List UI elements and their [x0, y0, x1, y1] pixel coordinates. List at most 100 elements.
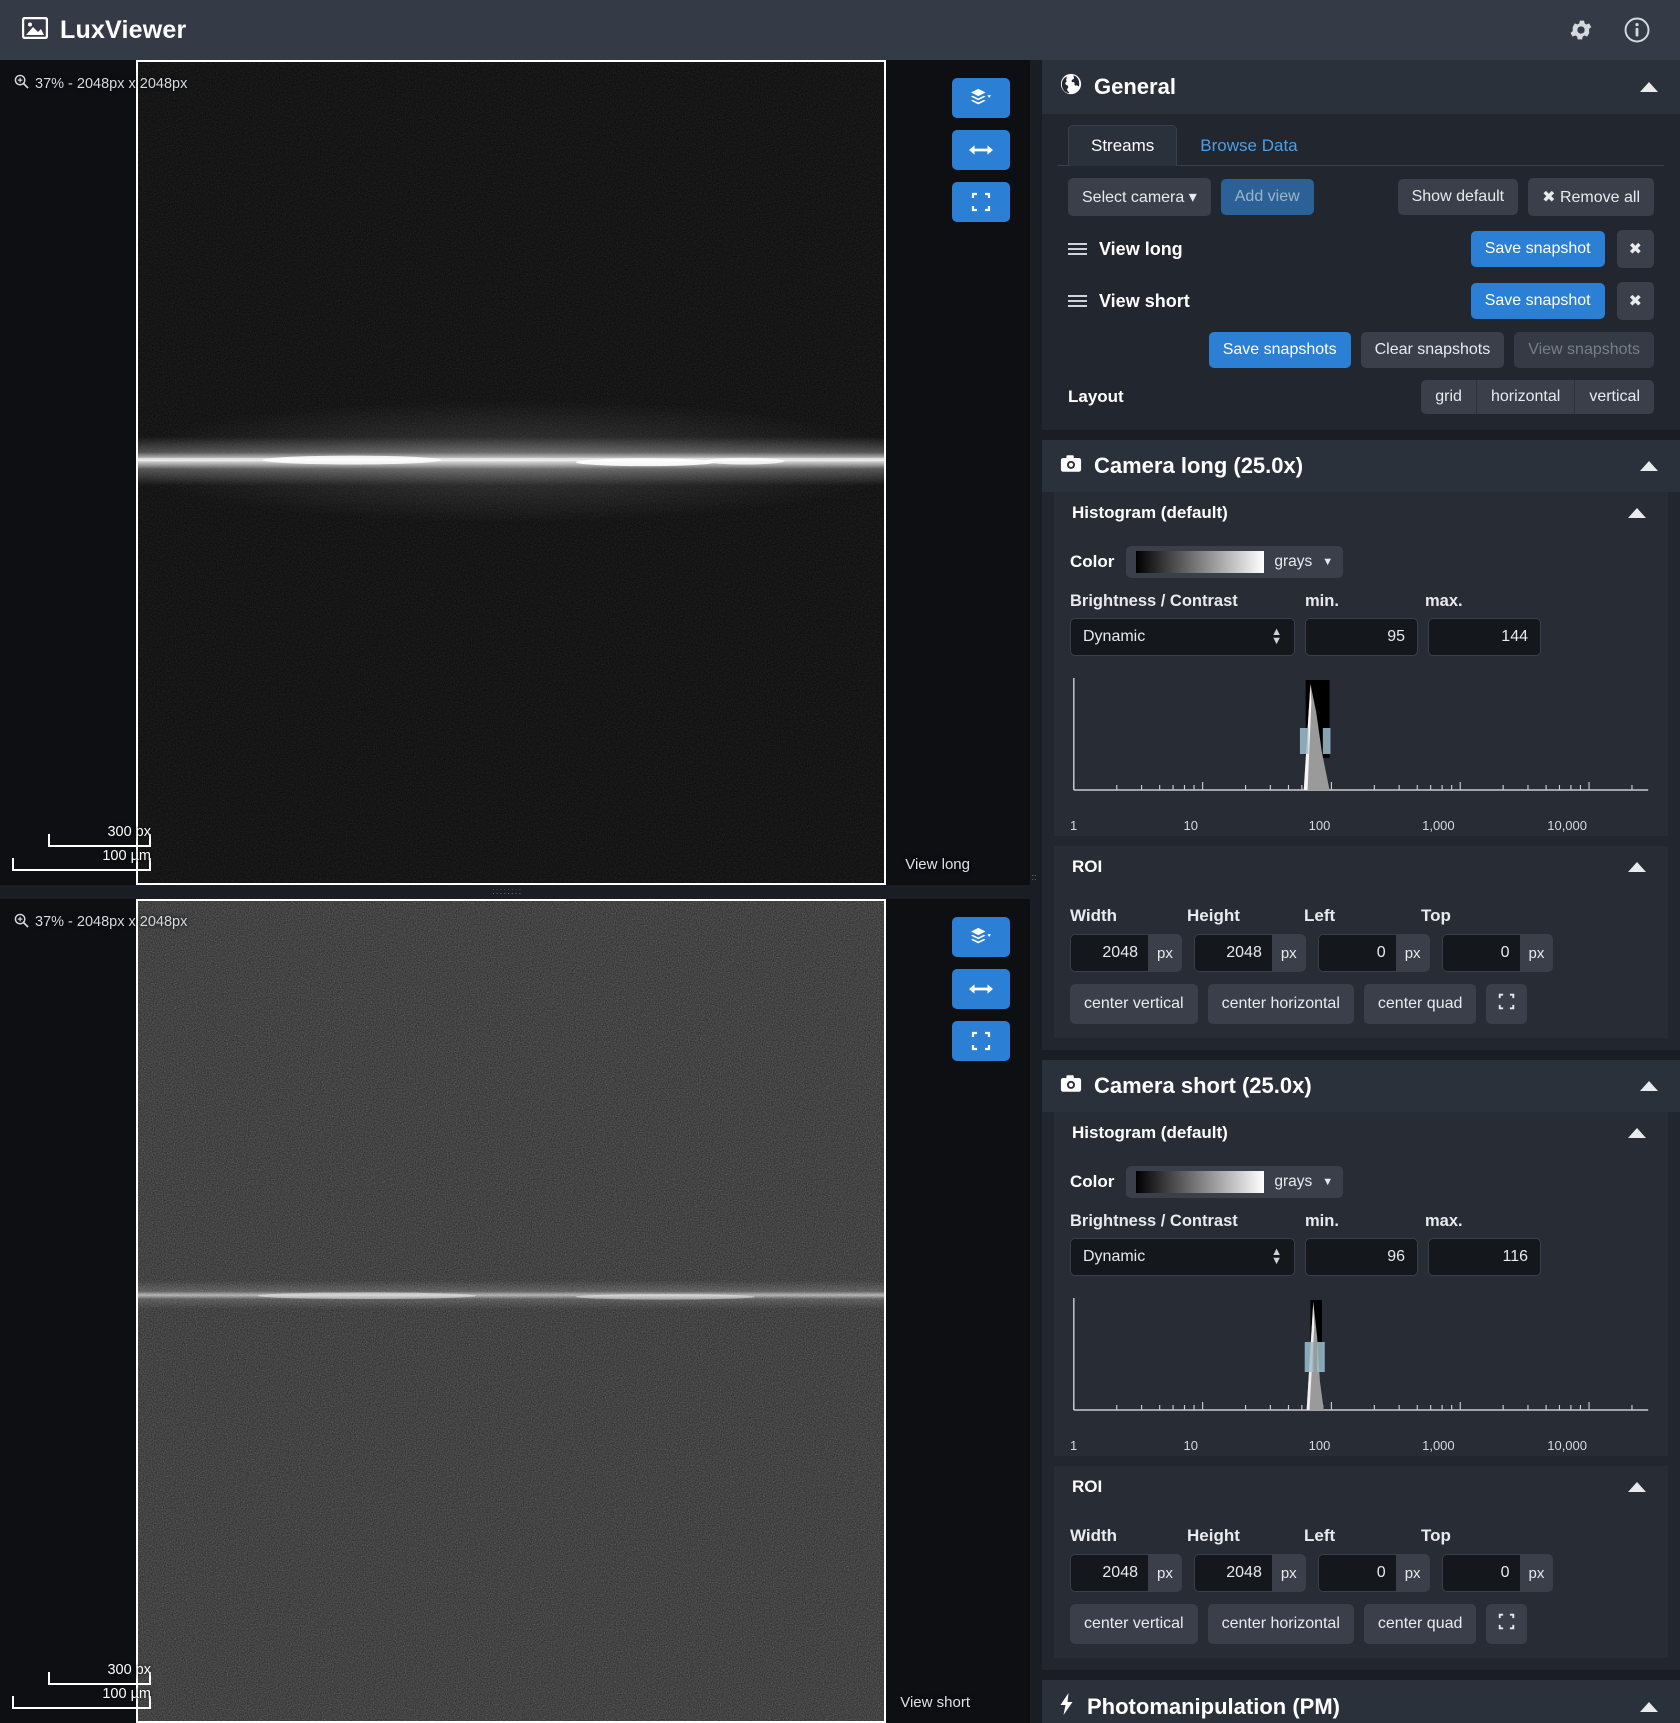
magnifier-plus-icon	[14, 913, 29, 932]
drag-handle-icon[interactable]	[1068, 295, 1087, 307]
expand-icon[interactable]	[1486, 1604, 1528, 1644]
hist-tick-10: 10	[1183, 818, 1198, 833]
tab-browse-data[interactable]: Browse Data	[1177, 125, 1320, 166]
center-horizontal-button[interactable]: center horizontal	[1207, 984, 1354, 1024]
clear-snapshots-button[interactable]: Clear snapshots	[1360, 332, 1505, 368]
save-snapshots-button[interactable]: Save snapshots	[1208, 332, 1351, 368]
viewer-short-canvas[interactable]	[136, 898, 886, 1723]
roi-width-input[interactable]	[1070, 934, 1148, 972]
gear-icon[interactable]	[1568, 17, 1594, 43]
settings-panel: General Streams Browse Data Select camer…	[1038, 60, 1680, 1723]
expand-icon[interactable]	[1486, 984, 1528, 1024]
camera-long-mode-select[interactable]: Dynamic ▲ ▼	[1070, 618, 1295, 656]
camera-long-collapse-caret[interactable]	[1640, 461, 1658, 471]
save-snapshot-button-short[interactable]: Save snapshot	[1470, 283, 1605, 319]
fullscreen-button[interactable]	[952, 1020, 1010, 1061]
roi-height-input[interactable]	[1193, 934, 1272, 972]
viewer-short-zoom-text: 37% - 2048px x 2048px	[35, 914, 188, 930]
select-camera-dropdown[interactable]: Select camera	[1068, 178, 1211, 216]
roi-left-label: Left	[1304, 906, 1336, 925]
roi-width-unit: px	[1148, 934, 1182, 972]
photomanipulation-header[interactable]: Photomanipulation (PM)	[1042, 1680, 1680, 1723]
roi-left-input[interactable]	[1317, 1554, 1396, 1592]
stream-row-view-short: View short Save snapshot ✖	[1058, 282, 1664, 320]
camera-long-histogram-header[interactable]: Histogram (default)	[1054, 492, 1668, 534]
camera-short-roi-title: ROI	[1072, 1477, 1103, 1496]
layers-dropdown-button[interactable]	[952, 78, 1010, 118]
brand: LuxViewer	[21, 16, 186, 45]
tab-streams[interactable]: Streams	[1068, 125, 1178, 166]
remove-all-button[interactable]: ✖ Remove all	[1528, 178, 1654, 216]
camera-long-colormap-dropdown[interactable]: grays ▼	[1126, 546, 1344, 578]
camera-short-roi-header[interactable]: ROI	[1054, 1466, 1668, 1508]
center-vertical-button[interactable]: center vertical	[1070, 1604, 1198, 1644]
camera-short-roi-body: Width Height Left Top px	[1054, 1508, 1668, 1658]
camera-long-roi-header[interactable]: ROI	[1054, 846, 1668, 888]
fullscreen-button[interactable]	[952, 182, 1010, 222]
close-icon[interactable]: ✖	[1616, 230, 1654, 268]
camera-short-histogram-chart[interactable]: 1 10 100 1,000 10,000	[1070, 1292, 1652, 1453]
camera-long-min-input[interactable]	[1305, 618, 1418, 656]
fit-width-button[interactable]	[952, 130, 1010, 170]
center-quad-button[interactable]: center quad	[1363, 1604, 1477, 1644]
layers-dropdown-button[interactable]	[952, 916, 1010, 957]
show-default-button[interactable]: Show default	[1397, 179, 1519, 215]
camera-short-card: Camera short (25.0x) Histogram (default)…	[1042, 1060, 1680, 1670]
roi-top-input[interactable]	[1441, 934, 1520, 972]
camera-short-header[interactable]: Camera short (25.0x)	[1042, 1060, 1680, 1112]
roi-width-input[interactable]	[1070, 1554, 1148, 1592]
camera-short-bc-heads: Brightness / Contrast min. max.	[1070, 1212, 1652, 1231]
camera-long-card: Camera long (25.0x) Histogram (default)	[1042, 440, 1680, 1050]
camera-long-header[interactable]: Camera long (25.0x)	[1042, 440, 1680, 492]
camera-short-roi-caret[interactable]	[1628, 1482, 1646, 1492]
general-tabs: Streams Browse Data	[1058, 124, 1664, 166]
photomanipulation-collapse-caret[interactable]	[1640, 1702, 1658, 1712]
save-snapshot-button-long[interactable]: Save snapshot	[1470, 231, 1605, 267]
camera-short-collapse-caret[interactable]	[1640, 1081, 1658, 1091]
drag-handle-icon[interactable]	[1068, 243, 1087, 255]
layout-label: Layout	[1068, 387, 1124, 406]
center-quad-button[interactable]: center quad	[1363, 984, 1477, 1024]
camera-long-histogram-caret[interactable]	[1628, 508, 1646, 518]
camera-short-body: Histogram (default) Color grays ▼ Bright…	[1042, 1112, 1680, 1670]
camera-long-max-input[interactable]	[1428, 618, 1541, 656]
general-title: General	[1094, 74, 1176, 99]
camera-long-histogram-chart[interactable]: 1 10 100 1,000 10,000	[1070, 672, 1652, 833]
center-vertical-button[interactable]: center vertical	[1070, 984, 1198, 1024]
camera-long-color-label: Color	[1070, 552, 1115, 571]
updown-arrows-icon: ▲ ▼	[1271, 1246, 1282, 1267]
camera-long-colormap-label: grays	[1274, 553, 1313, 570]
layout-option-grid[interactable]: grid	[1421, 380, 1476, 414]
layout-option-horizontal[interactable]: horizontal	[1475, 380, 1574, 414]
roi-top-input[interactable]	[1441, 1554, 1520, 1592]
camera-short-colormap-dropdown[interactable]: grays ▼	[1126, 1166, 1344, 1198]
roi-width-group: px	[1070, 934, 1182, 972]
general-collapse-caret[interactable]	[1640, 82, 1658, 92]
camera-long-mode-value: Dynamic	[1083, 628, 1146, 645]
viewer-long[interactable]: 37% - 2048px x 2048px 300 px 100 µm View…	[0, 60, 1030, 885]
camera-long-histogram-title: Histogram (default)	[1072, 503, 1228, 522]
camera-long-roi-caret[interactable]	[1628, 862, 1646, 872]
camera-short-min-input[interactable]	[1305, 1238, 1418, 1276]
camera-short-histogram-caret[interactable]	[1628, 1128, 1646, 1138]
center-horizontal-button[interactable]: center horizontal	[1207, 1604, 1354, 1644]
add-view-button[interactable]: Add view	[1220, 179, 1314, 215]
roi-left-input[interactable]	[1317, 934, 1396, 972]
viewer-short[interactable]: 37% - 2048px x 2048px 300 px 100 µm View…	[0, 898, 1030, 1723]
camera-short-max-input[interactable]	[1428, 1238, 1541, 1276]
roi-height-input[interactable]	[1193, 1554, 1272, 1592]
fit-width-button[interactable]	[952, 968, 1010, 1009]
close-icon[interactable]: ✖	[1616, 282, 1654, 320]
photomanipulation-title-group: Photomanipulation (PM)	[1060, 1693, 1340, 1721]
camera-short-histogram-header[interactable]: Histogram (default)	[1054, 1112, 1668, 1154]
viewer-splitter-grip: ::::::::	[492, 888, 523, 895]
layout-option-vertical[interactable]: vertical	[1574, 380, 1654, 414]
general-card-header[interactable]: General	[1042, 60, 1680, 114]
viewer-splitter[interactable]: ::::::::	[0, 884, 1030, 899]
camera-short-mode-select[interactable]: Dynamic ▲ ▼	[1070, 1238, 1295, 1276]
viewer-long-canvas[interactable]	[136, 60, 886, 885]
camera-short-bc-label: Brightness / Contrast	[1070, 1212, 1238, 1230]
camera-short-mode-value: Dynamic	[1083, 1248, 1146, 1265]
panel-splitter[interactable]: :::::::	[1030, 60, 1038, 1723]
info-icon[interactable]	[1624, 17, 1650, 43]
